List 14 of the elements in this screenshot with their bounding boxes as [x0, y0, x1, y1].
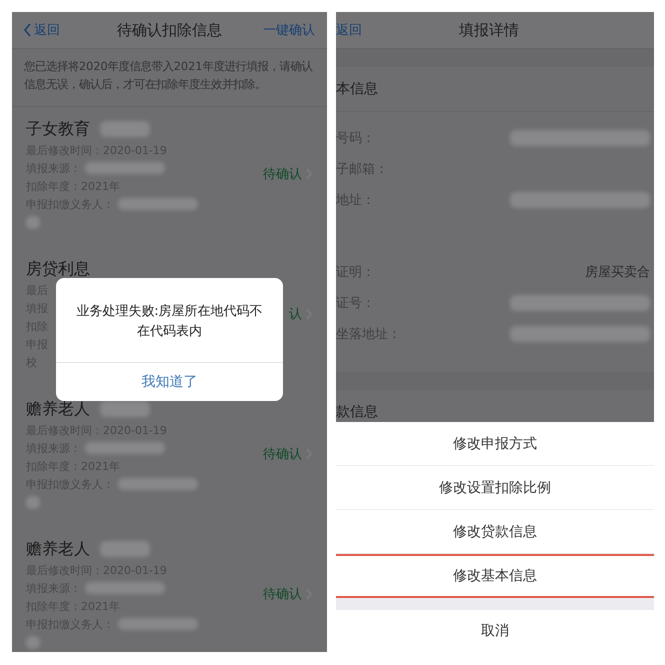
- alert-message: 业务处理失败:房屋所在地代码不在代码表内: [56, 278, 283, 363]
- status-label: 待确认: [263, 586, 302, 603]
- card-title: 赡养老人: [26, 538, 90, 560]
- card-title: 子女教育: [26, 118, 90, 140]
- status-label: 待确认: [263, 166, 302, 183]
- card-title: 赡养老人: [26, 398, 90, 420]
- status-label: 认: [289, 306, 302, 323]
- screen-title: 待确认扣除信息: [116, 20, 223, 40]
- field-value: 房屋买卖合: [585, 264, 650, 280]
- notice-text: 您已选择将2020年度信息带入2021年度进行填报，请确认信息无误，确认后，才可在扣除年度生效并扣除。: [12, 49, 327, 107]
- section-title: 本信息: [336, 67, 654, 112]
- screen-title: 填报详情: [458, 20, 520, 40]
- status-label: 待确认: [263, 446, 302, 463]
- card-title: 房贷利息: [26, 258, 90, 280]
